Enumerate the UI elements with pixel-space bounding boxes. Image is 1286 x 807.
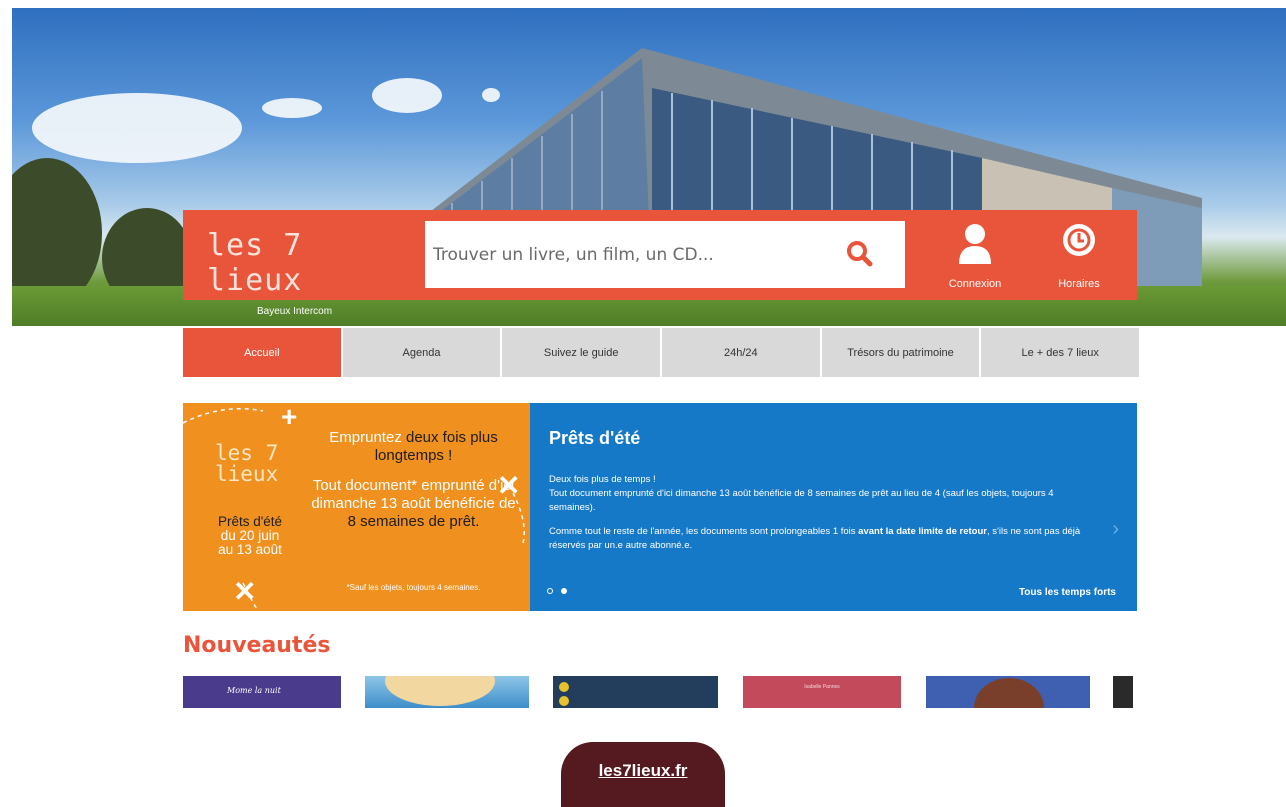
slider-dots [547,581,575,599]
promo-dates: Prêts d'été du 20 juin au 13 août [197,515,303,557]
promo-main-text: Empruntez deux fois plus longtemps ! Tou… [311,429,516,543]
nav-plus-7-lieux[interactable]: Le + des 7 lieux [981,328,1140,377]
promo-text-8-semaines: 8 semaines de prêt. [347,513,480,530]
cover-art [559,682,569,692]
promo-dates-from: du 20 juin [220,528,280,543]
promo-image[interactable]: + ✕ ✕ les 7 lieux Prêts d'été du 20 juin… [183,403,530,611]
promo-logo-line1: les 7 [215,441,279,465]
nav-agenda[interactable]: Agenda [342,328,503,377]
promo-paragraph-1: Deux fois plus de temps ! [549,474,656,485]
book-cover[interactable] [365,676,529,708]
promo-title: Prêts d'été [549,428,641,448]
slider-dot-2[interactable] [561,588,567,594]
book-cover[interactable] [553,676,718,708]
header-bar: les 7 lieux Bayeux Intercom Connexion Ho… [183,210,1137,317]
promo-paragraph-3: Comme tout le reste de l'année, les docu… [549,525,1089,553]
cover-author: Isabelle Pannes [804,684,840,690]
slider-dot-1[interactable] [547,588,553,594]
search-box [425,221,905,288]
connexion-button[interactable]: Connexion [925,210,1025,300]
user-icon [959,224,991,264]
promo-logo-line2: lieux [215,462,279,486]
nav-suivez-le-guide[interactable]: Suivez le guide [502,328,663,377]
next-slide-arrow-icon[interactable]: › [1112,518,1119,541]
promo-paragraph-2: Tout document emprunté d'ici dimanche 13… [549,488,1054,513]
search-input[interactable] [433,221,833,288]
connexion-label: Connexion [948,278,1002,290]
promo-slider: + ✕ ✕ les 7 lieux Prêts d'été du 20 juin… [183,403,1137,611]
promo-dates-to: au 13 août [218,542,282,557]
promo-body: Deux fois plus de temps ! Tout document … [549,473,1089,563]
book-cover[interactable]: Mome la nuit [183,676,341,708]
cloud [262,98,322,118]
nav-24h[interactable]: 24h/24 [662,328,822,377]
cross-icon: ✕ [233,576,257,607]
main-nav: Accueil Agenda Suivez le guide 24h/24 Tr… [183,328,1140,377]
tous-les-temps-forts-link[interactable]: Tous les temps forts [1019,587,1116,598]
promo-p3-bold: avant la date limite de retour [858,526,987,537]
search-button[interactable] [843,237,877,271]
site-url-link[interactable]: les7lieux.fr [599,761,688,781]
cover-art [974,678,1044,708]
book-cover[interactable]: Isabelle Pannes [743,676,901,708]
cover-title: Mome la nuit [227,686,281,695]
promo-text-document: Tout document* emprunté d'ici dimanche 1… [311,477,516,512]
nav-tresors[interactable]: Trésors du patrimoine [821,328,982,377]
nav-accueil[interactable]: Accueil [183,328,343,377]
cloud [32,93,242,163]
plus-icon: + [281,403,298,432]
horaires-label: Horaires [1058,278,1100,290]
site-logo[interactable]: les 7 lieux Bayeux Intercom [207,228,407,317]
promo-footnote: *Sauf les objets, toujours 4 semaines. [346,583,481,592]
cover-art [559,696,569,706]
nouveautes-heading: Nouveautés [183,633,331,658]
book-cover[interactable] [926,676,1090,708]
logo-subtitle: Bayeux Intercom [257,306,333,317]
promo-p3-a: Comme tout le reste de l'année, les docu… [549,526,859,537]
promo-dates-title: Prêts d'été [217,514,283,529]
logo-text: les 7 lieux [207,228,303,298]
site-url-badge: les7lieux.fr [561,742,725,807]
promo-text-panel: Prêts d'été Deux fois plus de temps ! To… [530,403,1137,611]
horaires-button[interactable]: Horaires [1029,210,1129,300]
book-cover[interactable] [1113,676,1133,708]
promo-text-empruntez: Empruntez [329,429,406,446]
search-icon [847,241,873,267]
clock-icon [1063,224,1095,256]
cover-art [385,676,495,706]
promo-logo: les 7 lieux [215,443,278,485]
